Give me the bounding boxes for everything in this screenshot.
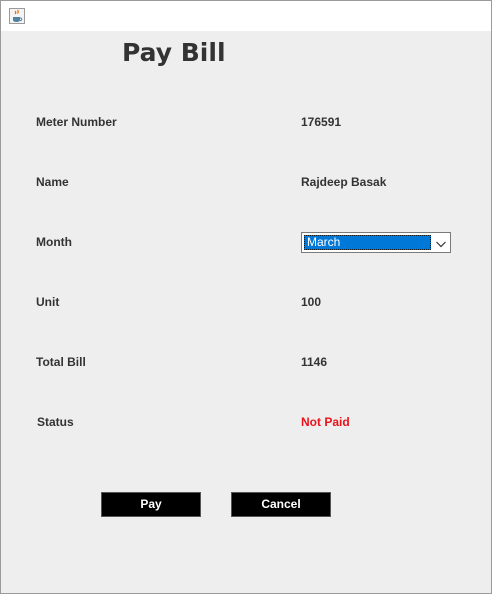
cancel-button[interactable]: Cancel — [231, 492, 331, 517]
page-title: Pay Bill — [122, 38, 226, 67]
unit-value: 100 — [301, 295, 322, 309]
status-value: Not Paid — [301, 415, 350, 429]
status-label: Status — [37, 415, 74, 429]
name-label: Name — [36, 175, 69, 189]
title-bar — [1, 1, 491, 31]
meter-number-label: Meter Number — [36, 115, 117, 129]
total-bill-label: Total Bill — [36, 355, 86, 369]
pay-button[interactable]: Pay — [101, 492, 201, 517]
pay-bill-window: Pay Bill Meter Number 176591 Name Rajdee… — [0, 0, 492, 594]
unit-label: Unit — [36, 295, 60, 309]
meter-number-value: 176591 — [301, 115, 342, 129]
name-value: Rajdeep Basak — [301, 175, 387, 189]
java-cup-icon — [9, 8, 25, 24]
month-label: Month — [36, 235, 72, 249]
total-bill-value: 1146 — [301, 355, 328, 369]
chevron-down-icon[interactable] — [435, 237, 447, 249]
month-dropdown[interactable]: March — [301, 232, 451, 253]
month-selected-value: March — [304, 235, 431, 250]
